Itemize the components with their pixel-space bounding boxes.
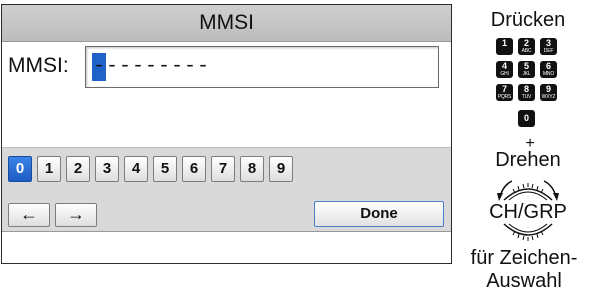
mmsi-label: MMSI: xyxy=(8,54,69,77)
hw-key-9[interactable]: 9 WXYZ xyxy=(540,84,557,101)
hw-key-2[interactable]: 2 ABC xyxy=(518,38,535,55)
hw-key-8[interactable]: 8 TUV xyxy=(518,84,535,101)
mmsi-value: --------- xyxy=(93,55,211,78)
mmsi-entry-row: MMSI: --------- xyxy=(2,42,451,92)
hw-key-6[interactable]: 6 MNO xyxy=(540,61,557,78)
digit-key-5[interactable]: 5 xyxy=(153,156,177,182)
mmsi-screen: MMSI MMSI: --------- 0 1 2 3 4 5 6 7 8 9… xyxy=(1,4,452,264)
hw-key-0[interactable]: 0 xyxy=(518,110,535,127)
hw-key-5[interactable]: 5 JKL xyxy=(518,61,535,78)
done-button[interactable]: Done xyxy=(314,201,444,227)
mmsi-input[interactable]: --------- xyxy=(85,46,439,88)
digit-key-7[interactable]: 7 xyxy=(211,156,235,182)
cursor-right-button[interactable]: → xyxy=(55,203,97,227)
digit-key-3[interactable]: 3 xyxy=(95,156,119,182)
hw-key-1[interactable]: 1 xyxy=(496,38,513,55)
hw-key-4[interactable]: 4 GHI xyxy=(496,61,513,78)
digit-keypad: 0 1 2 3 4 5 6 7 8 9 xyxy=(2,147,451,197)
cursor-left-button[interactable]: ← xyxy=(8,203,50,227)
hardware-keypad: 1 2 ABC 3 DEF 4 GHI 5 JKL 6 MNO 7 PQRS 8 TUV 9W… xyxy=(496,38,564,134)
hw-key-3[interactable]: 3 DEF xyxy=(540,38,557,55)
digit-key-4[interactable]: 4 xyxy=(124,156,148,182)
screen-title: MMSI xyxy=(2,5,451,42)
turn-instruction: Drehen xyxy=(495,149,561,171)
control-bar: ← → Done xyxy=(2,195,451,232)
digit-key-0[interactable]: 0 xyxy=(8,156,32,182)
hw-key-7[interactable]: 7 PQRS xyxy=(496,84,513,101)
digit-key-9[interactable]: 9 xyxy=(269,156,293,182)
dial-label: CH/GRP xyxy=(489,201,567,223)
digit-key-2[interactable]: 2 xyxy=(66,156,90,182)
char-selection-line2: Auswahl xyxy=(486,270,562,292)
digit-key-1[interactable]: 1 xyxy=(37,156,61,182)
digit-key-8[interactable]: 8 xyxy=(240,156,264,182)
digit-key-6[interactable]: 6 xyxy=(182,156,206,182)
ch-grp-dial[interactable]: CH/GRP xyxy=(480,172,576,250)
press-instruction: Drücken xyxy=(490,9,566,31)
char-selection-line1: für Zeichen- xyxy=(470,247,578,269)
